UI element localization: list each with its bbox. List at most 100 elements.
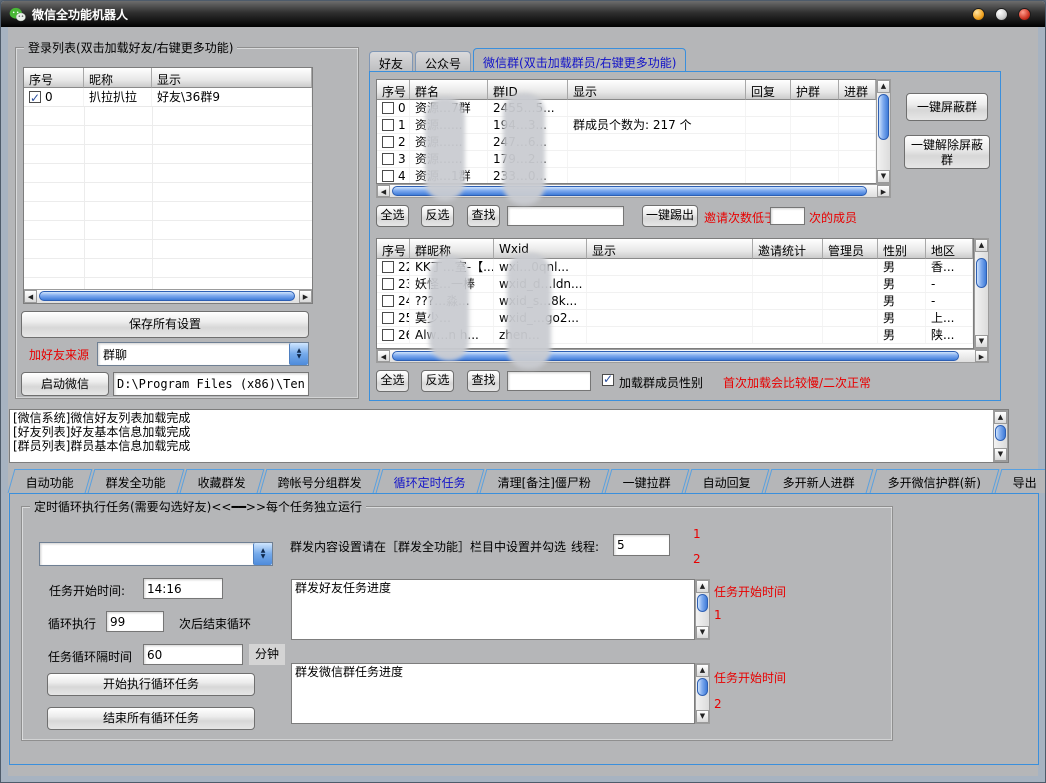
block-group-button[interactable]: 一键屏蔽群 — [906, 93, 988, 121]
title-bar[interactable]: 微信全功能机器人 — [1, 1, 1045, 27]
group-progress-vscrollbar[interactable]: ▲ ▼ — [695, 663, 710, 724]
vscroll-thumb[interactable] — [995, 425, 1006, 441]
login-table-row[interactable]: 0 扒拉扒拉 好友\36群9 — [24, 88, 312, 107]
vscroll-thumb[interactable] — [697, 594, 708, 612]
kick-out-button[interactable]: 一键踢出 — [642, 205, 698, 227]
hscroll-thumb[interactable] — [39, 291, 295, 301]
minimize-button-icon[interactable] — [972, 8, 985, 21]
task-combobox[interactable]: ▲▼ — [39, 542, 273, 566]
login-hscrollbar[interactable]: ◀ ▶ — [24, 289, 312, 303]
group-select-all-button[interactable]: 全选 — [376, 205, 409, 227]
member-row-checkbox[interactable] — [382, 295, 394, 307]
bottom-tab[interactable]: 多开新人进群 — [765, 469, 874, 493]
bottom-tab[interactable]: 自动回复 — [685, 469, 770, 493]
bottom-tab[interactable]: 收藏群发 — [180, 469, 265, 493]
member-row-checkbox[interactable] — [382, 329, 394, 341]
loop-count-input[interactable] — [106, 611, 164, 632]
log-vscrollbar[interactable]: ▲ ▼ — [993, 410, 1008, 462]
scroll-down-icon[interactable]: ▼ — [994, 448, 1007, 461]
unblock-group-button[interactable]: 一键解除屏蔽群 — [904, 135, 990, 169]
vscroll-thumb[interactable] — [976, 258, 987, 288]
bottom-tab[interactable]: 清理[备注]僵尸粉 — [480, 469, 610, 493]
privacy-blur — [503, 93, 545, 205]
grid-line — [152, 107, 153, 289]
top-tab[interactable]: 好友 — [369, 51, 413, 71]
scroll-right-icon[interactable]: ▶ — [299, 290, 312, 303]
group-row-checkbox[interactable] — [382, 102, 394, 114]
bottom-tab[interactable]: 自动功能 — [8, 469, 93, 493]
scroll-up-icon[interactable]: ▲ — [994, 411, 1007, 424]
interval-input[interactable] — [143, 644, 243, 665]
scroll-down-icon[interactable]: ▼ — [696, 626, 709, 639]
scroll-down-icon[interactable]: ▼ — [696, 710, 709, 723]
scroll-up-icon[interactable]: ▲ — [696, 580, 709, 593]
bottom-tab[interactable]: 跨帐号分组群发 — [260, 469, 381, 493]
friend-source-combobox[interactable]: 群聊 ▲▼ — [97, 342, 309, 366]
member-find-button[interactable]: 查找 — [467, 370, 500, 392]
log-box[interactable]: [微信系统]微信好友列表加载完成[好友列表]好友基本信息加载完成[群员列表]群员… — [9, 409, 1009, 463]
member-row-checkbox[interactable] — [382, 261, 394, 273]
friend-source-label: 加好友来源 — [29, 346, 89, 363]
login-table[interactable]: 序号 昵称 显示 0 扒拉扒拉 好友\36群9 ◀ ▶ — [23, 67, 313, 304]
wechat-path-input[interactable] — [113, 372, 309, 396]
vscroll-thumb[interactable] — [878, 94, 889, 140]
scroll-down-icon[interactable]: ▼ — [877, 170, 890, 183]
scroll-left-icon[interactable]: ◀ — [24, 290, 37, 303]
task-hint: 群发内容设置请在［群发全功能］栏目中设置并勾选 — [290, 538, 566, 555]
thread-label: 线程: — [571, 538, 599, 555]
scroll-up-icon[interactable]: ▲ — [975, 239, 988, 252]
group-find-button[interactable]: 查找 — [467, 205, 500, 227]
group-row-checkbox[interactable] — [382, 153, 394, 165]
friend-source-value: 群聊 — [98, 346, 289, 363]
top-tab-bar: 好友 公众号 微信群(双击加载群员/右键更多功能) — [369, 48, 686, 71]
member-table-hscrollbar[interactable]: ◀ ▶ — [376, 349, 989, 363]
save-all-settings-button[interactable]: 保存所有设置 — [21, 311, 309, 338]
login-row-checkbox[interactable] — [29, 91, 41, 103]
member-invert-select-button[interactable]: 反选 — [421, 370, 454, 392]
member-row-checkbox[interactable] — [382, 278, 394, 290]
launch-wechat-button[interactable]: 启动微信 — [21, 372, 109, 396]
bottom-tab[interactable]: 群发全功能 — [88, 469, 185, 493]
member-search-input[interactable] — [507, 371, 591, 391]
bottom-tab[interactable]: 导出 — [994, 469, 1046, 493]
group-row-checkbox[interactable] — [382, 136, 394, 148]
bottom-tab[interactable]: 循环定时任务 — [376, 469, 485, 493]
close-button-icon[interactable] — [1018, 8, 1031, 21]
group-row-checkbox[interactable] — [382, 170, 394, 182]
scroll-down-icon[interactable]: ▼ — [975, 335, 988, 348]
scroll-up-icon[interactable]: ▲ — [696, 664, 709, 677]
group-search-input[interactable] — [507, 206, 624, 226]
scroll-right-icon[interactable]: ▶ — [975, 350, 988, 362]
combo-spinner-icon[interactable]: ▲▼ — [289, 343, 308, 365]
hscroll-thumb[interactable] — [392, 351, 959, 361]
member-row-checkbox[interactable] — [382, 312, 394, 324]
group-row-checkbox[interactable] — [382, 119, 394, 131]
scroll-right-icon[interactable]: ▶ — [877, 185, 890, 197]
vscroll-thumb[interactable] — [697, 678, 708, 696]
top-tab[interactable]: 微信群(双击加载群员/右键更多功能) — [473, 48, 686, 71]
group-progress-textarea[interactable]: 群发微信群任务进度 — [291, 663, 695, 724]
friend-progress-vscrollbar[interactable]: ▲ ▼ — [695, 579, 710, 640]
bottom-tab[interactable]: 多开微信护群(新) — [869, 469, 999, 493]
start-time-input[interactable] — [143, 578, 223, 599]
maximize-button-icon[interactable] — [995, 8, 1008, 21]
member-table-vscrollbar[interactable]: ▲ ▼ — [974, 238, 989, 349]
group-table-vscrollbar[interactable]: ▲ ▼ — [876, 79, 891, 184]
load-gender-checkbox[interactable] — [602, 374, 614, 386]
scroll-left-icon[interactable]: ◀ — [377, 185, 390, 197]
thread-count-input[interactable] — [613, 534, 670, 556]
combo-spinner-icon[interactable]: ▲▼ — [253, 543, 272, 565]
start-loop-task-button[interactable]: 开始执行循环任务 — [47, 673, 255, 696]
app-window: 微信全功能机器人 登录列表(双击加载好友/右键更多功能) 序号 昵称 显示 0 … — [0, 0, 1046, 783]
kick-count-input[interactable] — [770, 207, 805, 225]
stop-loop-task-button[interactable]: 结束所有循环任务 — [47, 707, 255, 730]
member-table-header: 序号 群昵称 Wxid 显示 邀请统计 管理员 性别 地区 — [377, 239, 973, 259]
group-invert-select-button[interactable]: 反选 — [421, 205, 454, 227]
scroll-up-icon[interactable]: ▲ — [877, 80, 890, 93]
scroll-left-icon[interactable]: ◀ — [377, 350, 390, 362]
load-gender-hint: 首次加载会比较慢/二次正常 — [723, 374, 871, 391]
bottom-tab[interactable]: 一键拉群 — [605, 469, 690, 493]
member-select-all-button[interactable]: 全选 — [376, 370, 409, 392]
friend-progress-textarea[interactable]: 群发好友任务进度 — [291, 579, 695, 640]
top-tab[interactable]: 公众号 — [415, 51, 471, 71]
